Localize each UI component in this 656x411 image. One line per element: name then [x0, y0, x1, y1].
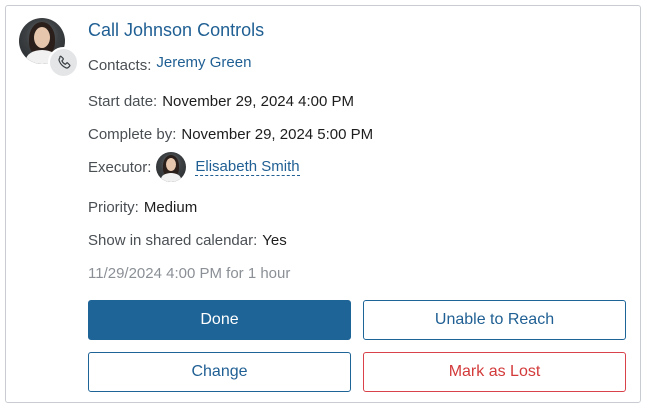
- start-date-value: November 29, 2024 4:00 PM: [162, 93, 354, 110]
- time-summary: 11/29/2024 4:00 PM for 1 hour: [88, 265, 291, 282]
- done-button[interactable]: Done: [88, 300, 351, 340]
- unable-to-reach-button[interactable]: Unable to Reach: [363, 300, 626, 340]
- shared-calendar-label: Show in shared calendar:: [88, 232, 258, 249]
- start-date-row: Start date: November 29, 2024 4:00 PM: [88, 93, 354, 110]
- executor-row: Executor: Elisabeth Smith: [88, 152, 300, 182]
- executor-link[interactable]: Elisabeth Smith: [195, 158, 300, 176]
- priority-label: Priority:: [88, 199, 139, 216]
- change-button[interactable]: Change: [88, 352, 351, 392]
- contact-link[interactable]: Jeremy Green: [156, 54, 251, 71]
- shared-calendar-value: Yes: [262, 232, 287, 249]
- executor-avatar[interactable]: [156, 152, 187, 182]
- complete-by-value: November 29, 2024 5:00 PM: [181, 126, 374, 143]
- complete-by-label: Complete by:: [88, 126, 177, 143]
- mark-as-lost-button[interactable]: Mark as Lost: [363, 352, 626, 392]
- executor-label: Executor:: [88, 158, 152, 176]
- priority-row: Priority: Medium: [88, 199, 197, 216]
- contacts-row: Contacts: Jeremy Green: [88, 54, 251, 74]
- contacts-label: Contacts:: [88, 57, 152, 74]
- priority-value: Medium: [143, 199, 198, 216]
- start-date-label: Start date:: [88, 93, 158, 110]
- task-avatar-group: [19, 18, 79, 78]
- task-card: Call Johnson Controls Contacts: Jeremy G…: [5, 5, 641, 403]
- shared-calendar-row: Show in shared calendar: Yes: [88, 232, 287, 249]
- complete-by-row: Complete by: November 29, 2024 5:00 PM: [88, 126, 373, 143]
- task-title[interactable]: Call Johnson Controls: [88, 20, 264, 41]
- phone-icon: [48, 47, 79, 78]
